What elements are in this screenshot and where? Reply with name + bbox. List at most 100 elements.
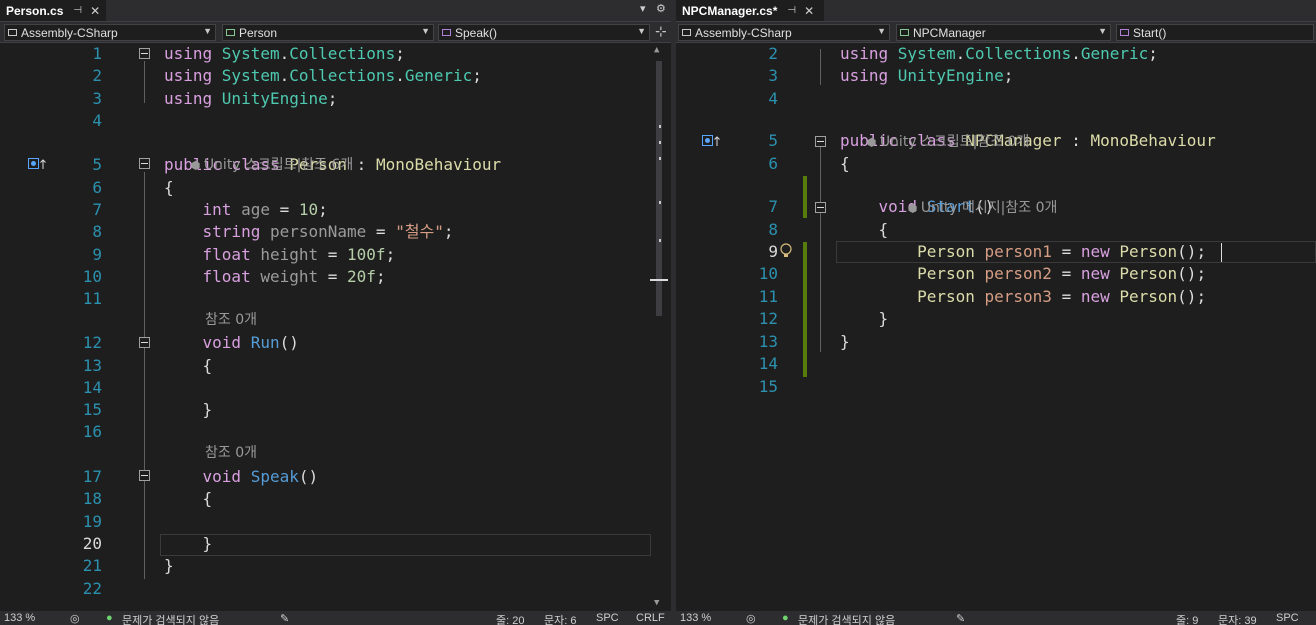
right-code-editor[interactable]: 2 using System.Collections.Generic; 3 using… xyxy=(676,43,1316,611)
issues-text[interactable]: 문제가 검색되지 않음 xyxy=(798,612,895,625)
code-text[interactable]: Person person1 = new Person(); xyxy=(840,241,1206,263)
code-line[interactable]: 11 Person person3 = new Person(); xyxy=(676,286,1316,308)
code-line[interactable]: 9 Person person1 = new Person(); xyxy=(676,241,1316,263)
tab-person-cs[interactable]: Person.cs ⊣ ✕ xyxy=(0,0,106,21)
fold-toggle[interactable] xyxy=(815,202,826,213)
code-lens-speak[interactable]: 참조 0개 xyxy=(205,442,257,464)
code-line[interactable]: 4 xyxy=(0,110,671,132)
code-lens-text[interactable]: Unity 스크립트|참조 0개 xyxy=(880,134,1029,150)
zoom-level[interactable]: 133 % xyxy=(680,612,711,624)
code-line[interactable]: 19 xyxy=(0,511,671,533)
split-editor-icon[interactable]: ⊹ xyxy=(652,23,668,40)
code-text[interactable]: using UnityEngine; xyxy=(164,88,337,110)
lightbulb-icon[interactable] xyxy=(780,243,792,257)
code-line[interactable]: 20 } xyxy=(0,533,671,555)
code-text[interactable]: using System.Collections.Generic; xyxy=(164,65,482,87)
whitespace-mode[interactable]: SPC xyxy=(596,612,619,624)
code-text[interactable]: } xyxy=(840,331,850,353)
code-line[interactable]: 14 xyxy=(0,377,671,399)
code-text[interactable]: Person person3 = new Person(); xyxy=(840,286,1206,308)
code-text[interactable]: Person person2 = new Person(); xyxy=(840,263,1206,285)
scroll-up-icon[interactable]: ▲ xyxy=(654,45,659,55)
code-text[interactable]: } xyxy=(164,399,213,421)
code-text[interactable]: float height = 100f; xyxy=(164,244,396,266)
class-icon xyxy=(900,29,909,36)
code-line[interactable]: 16 xyxy=(0,421,671,443)
code-lens-run[interactable]: 참조 0개 xyxy=(205,309,257,331)
code-line[interactable]: 1 using System.Collections; xyxy=(0,43,671,65)
fold-toggle[interactable] xyxy=(139,337,150,348)
code-text[interactable]: } xyxy=(164,533,213,555)
code-line[interactable]: 7 int age = 10; xyxy=(0,199,671,221)
code-line[interactable]: 22 xyxy=(0,578,671,600)
code-line[interactable]: 15 } xyxy=(0,399,671,421)
code-text[interactable]: float weight = 20f; xyxy=(164,266,386,288)
code-line[interactable]: 14 xyxy=(676,353,1316,375)
code-lens-class[interactable]: ⬢ Unity 스크립트|참조 6개 xyxy=(164,132,354,199)
implementation-marker-icon[interactable] xyxy=(28,158,48,173)
code-line[interactable]: 11 xyxy=(0,288,671,310)
code-text[interactable]: using System.Collections.Generic; xyxy=(840,43,1158,65)
pin-icon[interactable]: ⊣ xyxy=(787,5,796,16)
code-line[interactable]: 3 using UnityEngine; xyxy=(0,88,671,110)
code-line[interactable]: 2 using System.Collections.Generic; xyxy=(676,43,1316,65)
line-ending[interactable]: CRLF xyxy=(636,612,665,624)
code-text[interactable]: string personName = "철수"; xyxy=(164,221,454,243)
zoom-level[interactable]: 133 % xyxy=(4,612,35,624)
code-line[interactable]: 12 void Run() xyxy=(0,332,671,354)
code-text[interactable]: int age = 10; xyxy=(164,199,328,221)
code-line[interactable]: 17 void Speak() xyxy=(0,466,671,488)
code-line[interactable]: 18 { xyxy=(0,488,671,510)
close-icon[interactable]: ✕ xyxy=(804,4,814,18)
code-line[interactable]: 12 } xyxy=(676,308,1316,330)
tab-list-dropdown-icon[interactable]: ▾ xyxy=(640,2,646,15)
code-lens-text[interactable]: Unity 메시지|참조 0개 xyxy=(921,200,1058,216)
left-code-editor[interactable]: 1 using System.Collections; 2 using System.… xyxy=(0,43,671,611)
code-text[interactable]: { xyxy=(164,488,213,510)
code-line[interactable]: 8 string personName = "철수"; xyxy=(0,221,671,243)
project-dropdown[interactable]: Assembly-CSharp ▼ xyxy=(4,24,216,41)
code-text[interactable]: void Run() xyxy=(164,332,299,354)
code-line[interactable]: 3 using UnityEngine; xyxy=(676,65,1316,87)
code-line[interactable]: 13 { xyxy=(0,355,671,377)
tab-npcmanager-cs[interactable]: NPCManager.cs* ⊣ ✕ xyxy=(676,0,824,21)
code-text[interactable]: using UnityEngine; xyxy=(840,65,1013,87)
code-cleanup-icon[interactable]: ✎ xyxy=(280,612,289,625)
code-line[interactable]: 10 Person person2 = new Person(); xyxy=(676,263,1316,285)
code-text[interactable]: { xyxy=(164,355,213,377)
code-line[interactable]: 2 using System.Collections.Generic; xyxy=(0,65,671,87)
code-text[interactable]: } xyxy=(164,555,174,577)
whitespace-mode[interactable]: SPC xyxy=(1276,612,1299,624)
line-number: 5 xyxy=(92,155,102,174)
code-line[interactable]: 9 float height = 100f; xyxy=(0,244,671,266)
fold-toggle[interactable] xyxy=(815,136,826,147)
fold-toggle[interactable] xyxy=(139,470,150,481)
member-dropdown[interactable]: Start() xyxy=(1116,24,1314,41)
code-text[interactable]: void Speak() xyxy=(164,466,319,488)
project-dropdown[interactable]: Assembly-CSharp ▼ xyxy=(678,24,890,41)
code-lens-start[interactable]: ⬢ Unity 메시지|참조 0개 xyxy=(881,175,1058,242)
code-lens-text[interactable]: Unity 스크립트|참조 6개 xyxy=(204,157,353,173)
vertical-scrollbar[interactable]: ▲ ▼ xyxy=(653,43,665,611)
code-cleanup-icon[interactable]: ✎ xyxy=(956,612,965,625)
type-dropdown[interactable]: Person ▼ xyxy=(222,24,434,41)
code-text[interactable]: } xyxy=(840,308,889,330)
code-line[interactable]: 13} xyxy=(676,331,1316,353)
code-line[interactable]: 4 xyxy=(676,88,1316,110)
gear-icon[interactable]: ⚙ xyxy=(656,2,666,15)
fold-toggle[interactable] xyxy=(139,158,150,169)
implementation-marker-icon[interactable] xyxy=(702,135,722,150)
scroll-down-icon[interactable]: ▼ xyxy=(654,598,659,608)
fold-toggle[interactable] xyxy=(139,48,150,59)
code-text[interactable]: using System.Collections; xyxy=(164,43,405,65)
code-lens-class[interactable]: ⬢ Unity 스크립트|참조 0개 xyxy=(840,109,1030,176)
member-dropdown[interactable]: Speak() ▼ xyxy=(438,24,650,41)
scroll-thumb[interactable] xyxy=(656,61,662,316)
code-line[interactable]: 15 xyxy=(676,376,1316,398)
issues-text[interactable]: 문제가 검색되지 않음 xyxy=(122,612,219,625)
type-dropdown[interactable]: NPCManager ▼ xyxy=(896,24,1111,41)
code-line[interactable]: 10 float weight = 20f; xyxy=(0,266,671,288)
code-line[interactable]: 21} xyxy=(0,555,671,577)
pin-icon[interactable]: ⊣ xyxy=(73,5,82,16)
close-icon[interactable]: ✕ xyxy=(90,4,100,18)
